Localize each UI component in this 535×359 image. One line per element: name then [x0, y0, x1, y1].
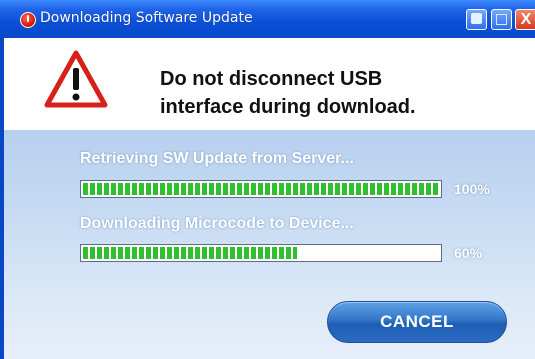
download-dialog: Downloading Software Update X Do not dis…	[0, 0, 535, 359]
step-1-progress-bar	[80, 180, 442, 198]
maximize-icon[interactable]	[491, 9, 512, 30]
step-1-progress-fill	[83, 183, 439, 195]
step-1-percent: 100%	[454, 181, 490, 197]
warning-message: Do not disconnect USB interface during d…	[160, 65, 416, 121]
step-2-progress-fill	[83, 247, 297, 259]
step-2-progress-bar	[80, 244, 442, 262]
warning-icon	[44, 50, 108, 108]
window-title: Downloading Software Update	[40, 10, 253, 26]
title-bar[interactable]: Downloading Software Update X	[0, 0, 535, 38]
warning-line-1: Do not disconnect USB	[160, 68, 383, 90]
step-2-label: Downloading Microcode to Device...	[80, 215, 354, 232]
warning-line-2: interface during download.	[160, 96, 416, 118]
step-2-percent: 60%	[454, 245, 483, 261]
minimize-icon[interactable]	[466, 9, 487, 30]
power-icon	[20, 12, 36, 28]
close-icon[interactable]: X	[515, 9, 535, 30]
cancel-button[interactable]: CANCEL	[327, 301, 507, 343]
step-1-label: Retrieving SW Update from Server...	[80, 150, 354, 167]
